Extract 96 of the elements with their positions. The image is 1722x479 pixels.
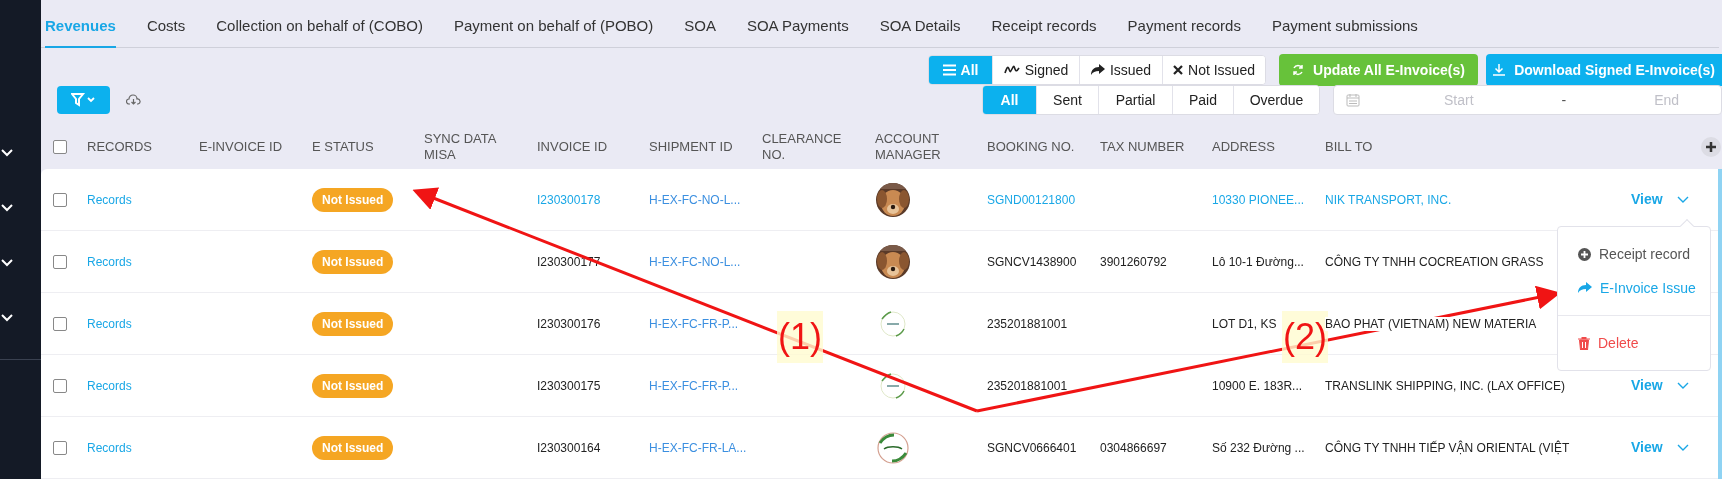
download-icon [1493,64,1506,76]
view-link[interactable]: View [1631,437,1663,458]
refresh-icon [1292,64,1304,76]
column-header: RECORDS [87,139,152,154]
bill-to: NIK TRANSPORT, INC. [1325,192,1452,207]
invoice-id: I230300164 [537,440,601,455]
menu-item[interactable]: Delete [1558,326,1710,360]
filter-option[interactable]: All [929,56,992,84]
calendar-icon [1346,93,1360,107]
date-range-field[interactable]: Start - End [1333,85,1722,115]
checkbox[interactable] [53,316,67,331]
status-badge: Not Issued [312,311,394,336]
invoice-id: I230300175 [537,378,601,393]
cloud-download-icon[interactable] [126,94,141,106]
tab[interactable]: SOA Payments [746,14,849,47]
column-header: ACCOUNT MANAGER [875,131,941,162]
column-header: ADDRESS [1212,139,1275,154]
shipment-id-link[interactable]: H-EX-FC-FR-P... [649,378,739,393]
column-header: SHIPMENT ID [649,139,733,154]
shipment-id-link[interactable]: H-EX-FC-NO-L... [649,192,741,207]
records-link[interactable]: Records [87,378,132,393]
booking-number: SGND00121800 [987,192,1076,207]
share-arrow-icon [1578,282,1592,294]
address: LOT D1, KS [1212,316,1277,331]
menu-item[interactable]: Receipt record [1558,237,1710,271]
column-header: INVOICE ID [537,139,608,154]
records-link[interactable]: Records [87,316,132,331]
filter-option[interactable]: Not Issued [1162,56,1265,84]
column-header: SYNC DATA MISA [424,131,496,162]
filter-icon [70,93,97,107]
checkbox[interactable] [53,440,67,455]
start-date-placeholder: Start [1444,90,1474,110]
action-button[interactable]: Update All E-Invoice(s) [1279,54,1478,86]
signature-icon [1003,65,1020,75]
column-header: BOOKING NO. [987,139,1075,154]
status-badge: Not Issued [312,373,394,398]
plus-circle-icon [1578,247,1591,261]
column-header: CLEARANCE NO. [762,131,842,162]
menu-item[interactable]: E-Invoice Issue [1558,271,1710,305]
tab[interactable]: Payment submissions [1271,14,1418,47]
status-badge: Not Issued [312,249,394,274]
address: Lô 10-1 Đường... [1212,254,1304,269]
address: 10330 PIONEE... [1212,192,1305,207]
status-filter-option[interactable]: All [983,86,1036,114]
tab[interactable]: Payment on behalf of (POBO) [454,14,654,47]
tab[interactable]: Revenues [45,14,116,48]
filter-button[interactable] [57,86,110,114]
add-column-icon[interactable] [1701,137,1721,157]
share-arrow-icon [1090,64,1105,76]
column-header: BILL TO [1325,139,1373,154]
status-badge: Not Issued [312,435,394,460]
booking-number: SGNCV1438900 [987,254,1077,269]
booking-number: SGNCV0666401 [987,440,1077,455]
scrollbar[interactable] [1718,169,1722,479]
date-separator: - [1561,90,1567,110]
bill-to: CÔNG TY TNHH COCREATION GRASS [1325,254,1544,269]
tab[interactable]: SOA Details [879,14,961,47]
invoice-id[interactable]: I230300178 [537,192,601,207]
bill-to: TRANSLINK SHIPPING, INC. (LAX OFFICE) [1325,378,1566,393]
view-link[interactable]: View [1631,189,1663,210]
trash-icon [1578,336,1590,350]
checkbox[interactable] [53,254,67,269]
tab[interactable]: Costs [146,14,186,47]
records-link[interactable]: Records [87,254,132,269]
booking-number: 235201881001 [987,378,1068,393]
address: 10900 E. 183R... [1212,378,1303,393]
records-link[interactable]: Records [87,192,132,207]
address: Số 232 Đường ... [1212,440,1305,455]
shipment-id-link[interactable]: H-EX-FC-FR-P... [649,316,739,331]
column-header: TAX NUMBER [1100,139,1185,154]
bill-to: CÔNG TY TNHH TIẾP VẬN ORIENTAL (VIỆT [1325,440,1570,455]
checkbox[interactable] [53,192,67,207]
annotation-label: (1) [777,311,823,363]
bill-to: BAO PHAT (VIETNAM) NEW MATERIA [1325,316,1537,331]
view-link[interactable]: View [1631,375,1663,396]
tab[interactable]: Receipt records [991,14,1097,47]
tab[interactable]: Payment records [1127,14,1241,47]
status-badge: Not Issued [312,187,394,212]
end-date-placeholder: End [1654,90,1680,110]
tab[interactable]: SOA [684,14,716,47]
tax-number: 3901260792 [1100,254,1167,269]
checkbox[interactable] [53,140,67,154]
list-icon [942,64,956,76]
shipment-id-link[interactable]: H-EX-FC-NO-L... [649,254,741,269]
column-header: E STATUS [312,139,374,154]
tab[interactable]: Collection on behalf of (COBO) [216,14,423,47]
booking-number: 235201881001 [987,316,1068,331]
invoice-id: I230300176 [537,316,601,331]
action-button[interactable]: Download Signed E-Invoice(s) [1486,54,1722,86]
shipment-id-link[interactable]: H-EX-FC-FR-LA... [649,440,747,455]
column-header: E-INVOICE ID [199,139,283,154]
tax-number: 0304866697 [1100,440,1167,455]
records-link[interactable]: Records [87,440,132,455]
close-icon [1173,65,1184,75]
status-filter-option[interactable]: Overdue [1233,86,1319,114]
checkbox[interactable] [53,378,67,393]
